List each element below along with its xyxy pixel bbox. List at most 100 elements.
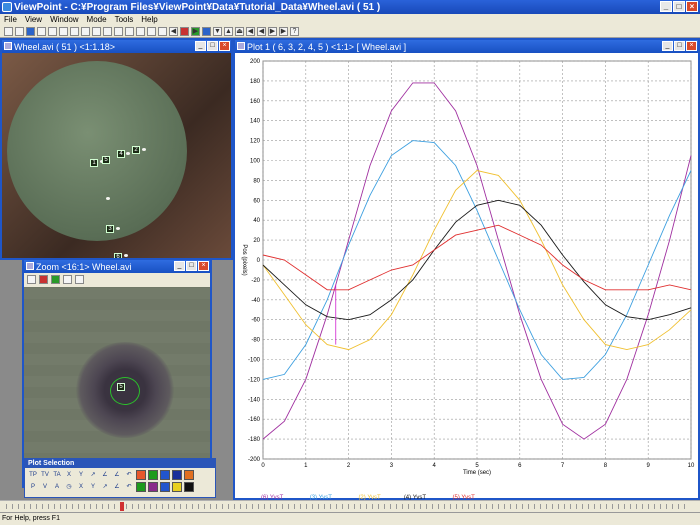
settings-icon[interactable] [59, 26, 68, 36]
ta-button[interactable]: TA [52, 470, 62, 480]
menu-file[interactable]: File [4, 15, 17, 24]
p-button[interactable]: P [28, 482, 38, 492]
t-y-button[interactable]: Y [76, 470, 86, 480]
undo-icon[interactable]: ↶ [124, 470, 134, 480]
record-icon[interactable] [26, 26, 35, 36]
grid-icon[interactable] [136, 26, 145, 36]
plot-window-icon [237, 42, 245, 50]
pointer-icon[interactable] [114, 26, 123, 36]
v-button[interactable]: V [40, 482, 50, 492]
menu-view[interactable]: View [25, 15, 42, 24]
y-tick-label: 140 [250, 119, 261, 125]
camera-minimize-button[interactable]: _ [195, 41, 206, 51]
rewind-icon[interactable]: ◀ [246, 26, 255, 36]
zoom-move-icon[interactable] [51, 275, 60, 284]
camera-window-titlebar[interactable]: Wheel.avi ( 51 ) <1:1.18> _ □ × [2, 40, 231, 53]
y-tick-label: 160 [250, 99, 261, 105]
zoom-in-icon[interactable] [63, 275, 72, 284]
color-swatch[interactable] [136, 482, 146, 492]
zoom-out-icon[interactable] [75, 275, 84, 284]
timeline-scrollbar[interactable] [0, 500, 700, 512]
step-up-icon[interactable]: ▲ [224, 26, 233, 36]
zoom-minimize-button[interactable]: _ [174, 261, 185, 271]
color-swatch[interactable] [160, 482, 170, 492]
plot-window-title: Plot 1 ( 6, 3, 2, 4, 5 ) <1:1> [ Wheel.a… [247, 41, 407, 52]
color-swatch[interactable] [160, 470, 170, 480]
color-swatch[interactable] [148, 482, 158, 492]
color-swatch[interactable] [148, 470, 158, 480]
color-swatch[interactable] [184, 482, 194, 492]
zoom-image[interactable]: 5 [24, 287, 210, 486]
prev-frame-icon[interactable]: ◀ [257, 26, 266, 36]
target-icon[interactable] [125, 26, 134, 36]
filter-icon[interactable] [158, 26, 167, 36]
t-x-button[interactable]: X [64, 470, 74, 480]
camera-image[interactable]: 1 2 3 4 5 6 [2, 53, 231, 258]
zoom-icon[interactable] [103, 26, 112, 36]
zoom-grid-icon[interactable] [27, 275, 36, 284]
step-down-icon[interactable]: ▼ [213, 26, 222, 36]
zoom-record-icon[interactable] [39, 275, 48, 284]
print-icon[interactable] [37, 26, 46, 36]
zoom-window-titlebar[interactable]: Zoom <16:1> Wheel.avi _ □ × [24, 260, 210, 273]
plot-window-titlebar[interactable]: Plot 1 ( 6, 3, 2, 4, 5 ) <1:1> [ Wheel.a… [235, 40, 698, 53]
help-icon[interactable]: ? [290, 26, 299, 36]
copy-icon[interactable] [48, 26, 57, 36]
zoom-close-button[interactable]: × [198, 261, 209, 271]
close-button[interactable]: × [686, 1, 698, 12]
camera-maximize-button[interactable]: □ [207, 41, 218, 51]
eject-icon[interactable]: ⏏ [235, 26, 244, 36]
y-tick-label: -140 [248, 397, 261, 403]
play-icon[interactable]: ▶ [191, 26, 200, 36]
fast-forward-icon[interactable]: ▶ [279, 26, 288, 36]
plot-selection-palette: Plot Selection TP TV TA X Y ↗ ∠ ∠ ↶ P V [24, 458, 216, 498]
minimize-button[interactable]: _ [660, 1, 672, 12]
undo-icon[interactable]: ↶ [124, 482, 134, 492]
color-swatch[interactable] [172, 470, 182, 480]
stimulus-icon[interactable] [81, 26, 90, 36]
tv-button[interactable]: TV [40, 470, 50, 480]
menu-window[interactable]: Window [50, 15, 78, 24]
y-button[interactable]: Y [88, 482, 98, 492]
next-frame-icon[interactable]: ▶ [268, 26, 277, 36]
stop-icon[interactable] [180, 26, 189, 36]
a-button[interactable]: A [52, 482, 62, 492]
maximize-button[interactable]: □ [673, 1, 685, 12]
tp-button[interactable]: TP [28, 470, 38, 480]
play-back-icon[interactable]: ◀ [169, 26, 178, 36]
arrow-ne-icon[interactable]: ↗ [100, 482, 110, 492]
zoom-marker: 5 [117, 383, 125, 391]
clock-icon[interactable]: ◷ [64, 482, 74, 492]
angle-icon[interactable]: ∠ [112, 482, 122, 492]
pause-icon[interactable] [202, 26, 211, 36]
plot-maximize-button[interactable]: □ [674, 41, 685, 51]
camera-close-button[interactable]: × [219, 41, 230, 51]
marker-dot [124, 254, 128, 257]
color-swatch[interactable] [184, 470, 194, 480]
marker-5: 5 [102, 156, 110, 164]
color-swatch[interactable] [172, 482, 182, 492]
app-title: ViewPoint - C:¥Program Files¥ViewPoint¥D… [14, 1, 381, 13]
calibrate-icon[interactable] [147, 26, 156, 36]
open-icon[interactable] [4, 26, 13, 36]
y-tick-label: -80 [251, 338, 260, 344]
angle-icon[interactable]: ∠ [100, 470, 110, 480]
marker-dot [106, 197, 110, 200]
menu-mode[interactable]: Mode [87, 15, 107, 24]
marker-dot [142, 148, 146, 151]
zoom-maximize-button[interactable]: □ [186, 261, 197, 271]
x-button[interactable]: X [76, 482, 86, 492]
camera-icon[interactable] [70, 26, 79, 36]
save-icon[interactable] [15, 26, 24, 36]
arrow-ne-icon[interactable]: ↗ [88, 470, 98, 480]
plot-minimize-button[interactable]: _ [662, 41, 673, 51]
color-swatch[interactable] [136, 470, 146, 480]
angle-alt-icon[interactable]: ∠ [112, 470, 122, 480]
plot-area[interactable]: 200 180 160 140 120 100 80 60 40 20 0 -20 -40 -60 -80-… [235, 53, 698, 508]
timeline-thumb[interactable] [120, 502, 124, 511]
menu-tools[interactable]: Tools [115, 15, 134, 24]
graph-icon[interactable] [92, 26, 101, 36]
menu-help[interactable]: Help [141, 15, 157, 24]
y-tick-label: 20 [253, 238, 260, 244]
plot-close-button[interactable]: × [686, 41, 697, 51]
